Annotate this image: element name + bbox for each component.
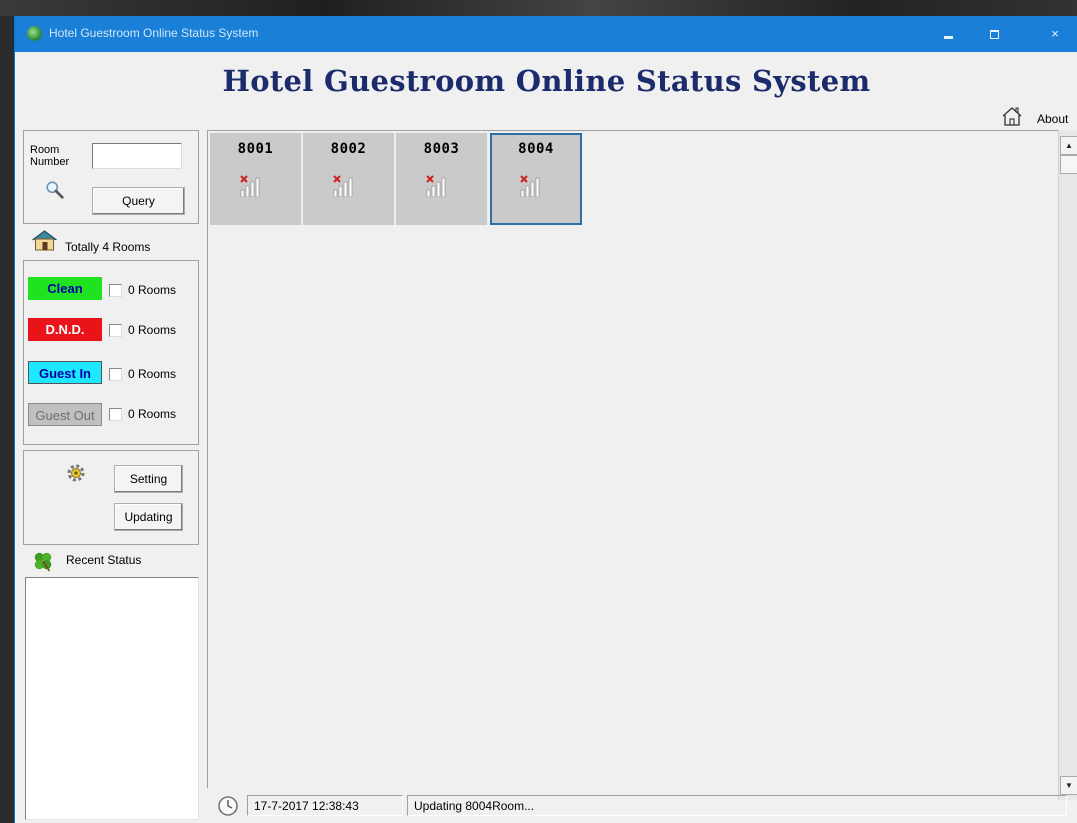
room-tile[interactable]: 8001 — [210, 133, 302, 225]
room-tile-selected[interactable]: 8004 — [490, 133, 582, 225]
room-tile[interactable]: 8003 — [396, 133, 488, 225]
desktop-strip — [0, 0, 1077, 16]
app-window: Hotel Guestroom Online Status System × H… — [14, 16, 1077, 823]
window-title: Hotel Guestroom Online Status System — [49, 26, 259, 40]
app-icon — [27, 26, 42, 41]
status-message-field: Updating 8004Room... — [407, 795, 1067, 816]
legend-guest-in-chip: Guest In — [28, 361, 102, 384]
room-number: 8001 — [237, 141, 274, 157]
no-signal-icon — [520, 175, 540, 197]
status-bar: 17-7-2017 12:38:43 Updating 8004Room... — [207, 792, 1077, 820]
search-icon — [46, 181, 64, 199]
query-panel: Room Number Query — [23, 130, 199, 224]
legend-guest-out-checkbox[interactable] — [109, 408, 122, 421]
legend-guest-out-count: 0 Rooms — [128, 407, 177, 421]
room-tile[interactable]: 8002 — [303, 133, 395, 225]
legend-guest-in-count: 0 Rooms — [128, 367, 177, 381]
room-number: 8002 — [330, 141, 367, 157]
total-rooms-label: Totally 4 Rooms — [65, 240, 151, 254]
datetime-field: 17-7-2017 12:38:43 — [247, 795, 403, 816]
scroll-up-icon[interactable]: ▲ — [1060, 136, 1077, 155]
minimize-button[interactable] — [925, 16, 971, 52]
room-number-label: Room Number — [30, 144, 70, 168]
updating-button[interactable]: Updating — [114, 503, 183, 531]
legend-clean-count: 0 Rooms — [128, 283, 177, 297]
legend-guest-in-checkbox[interactable] — [109, 368, 122, 381]
query-button[interactable]: Query — [92, 187, 185, 215]
title-bar[interactable]: Hotel Guestroom Online Status System × — [15, 16, 1077, 52]
no-signal-icon — [426, 175, 446, 197]
legend-clean-chip: Clean — [28, 277, 102, 300]
home-icon — [1002, 107, 1022, 126]
about-label: About — [1037, 112, 1069, 126]
gear-icon — [67, 464, 85, 482]
setting-button[interactable]: Setting — [114, 465, 183, 493]
legend-dnd-chip: D.N.D. — [28, 318, 102, 341]
legend-guest-out-chip: Guest Out — [28, 403, 102, 426]
maximize-button[interactable] — [971, 16, 1017, 52]
home-rooms-icon — [32, 230, 57, 251]
room-number: 8003 — [423, 141, 460, 157]
app-heading: Hotel Guestroom Online Status System — [222, 64, 871, 98]
settings-panel: Setting Updating — [23, 450, 199, 545]
recent-status-label: Recent Status — [66, 553, 142, 567]
room-number: 8004 — [518, 141, 554, 157]
room-number-input[interactable] — [92, 143, 182, 169]
no-signal-icon — [333, 175, 353, 197]
minimize-icon — [943, 36, 953, 40]
scroll-thumb[interactable] — [1060, 155, 1077, 174]
recent-status-list[interactable] — [25, 577, 199, 820]
legend-clean-checkbox[interactable] — [109, 284, 122, 297]
no-signal-icon — [240, 175, 260, 197]
vertical-scrollbar[interactable]: ▲ ▼ — [1058, 130, 1077, 800]
legend-dnd-checkbox[interactable] — [109, 324, 122, 337]
legend-dnd-count: 0 Rooms — [128, 323, 177, 337]
legend-panel: Clean 0 Rooms D.N.D. 0 Rooms Guest In 0 … — [23, 260, 199, 445]
close-button[interactable]: × — [1032, 16, 1077, 52]
clover-icon — [34, 552, 52, 572]
room-grid: 8001 8002 8003 8004 — [207, 130, 1058, 788]
maximize-icon — [989, 30, 999, 40]
clock-icon — [218, 796, 238, 816]
